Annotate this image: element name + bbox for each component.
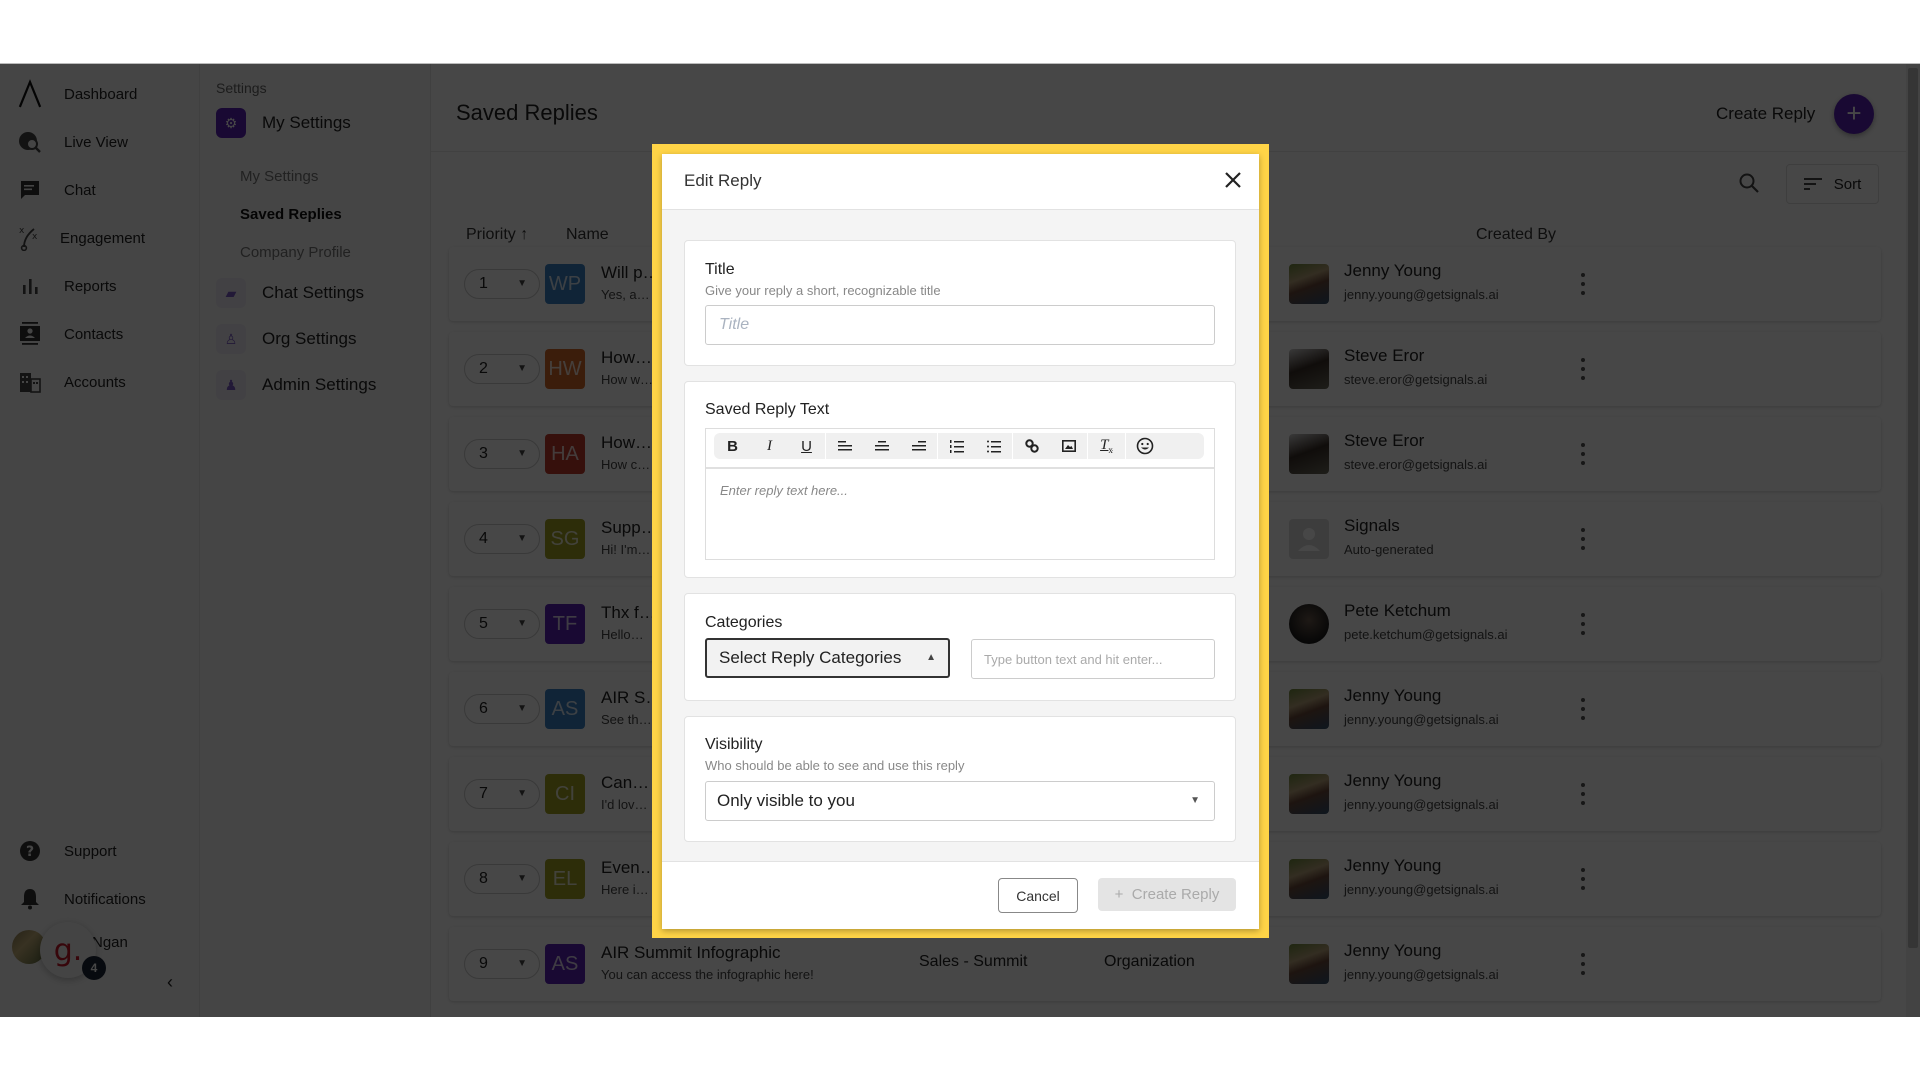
categories-select-label: Select Reply Categories [719,648,902,667]
bullet-list-button[interactable] [975,433,1012,459]
emoji-button[interactable] [1126,433,1163,459]
toolbar-group-lists [938,433,1013,459]
bullet-list-icon [986,440,1001,453]
categories-section: Categories Select Reply Categories ▲ [684,593,1236,701]
image-icon [1061,440,1076,452]
toolbar-group-emoji [1126,433,1163,459]
toolbar-group-insert [1013,433,1088,459]
rich-text-editor: B I U Tx Enter reply text here... [705,428,1215,560]
close-button[interactable] [1221,168,1245,192]
reply-text-editor-body[interactable]: Enter reply text here... [720,483,848,498]
dialog-header: Edit Reply [662,154,1259,210]
dialog-title: Edit Reply [684,171,762,190]
clear-format-icon: Tx [1100,437,1113,455]
reply-text-label: Saved Reply Text [705,401,830,418]
toolbar-divider [706,467,1214,469]
align-right-icon [911,441,926,451]
emoji-icon [1136,437,1153,455]
toolbar-group-align [826,433,938,459]
visibility-section: Visibility Who should be able to see and… [684,716,1236,842]
categories-label: Categories [705,614,783,631]
category-tag-input[interactable] [971,639,1215,679]
link-icon [1024,439,1039,453]
ordered-list-icon [949,440,964,453]
visibility-selected-value: Only visible to you [717,791,855,810]
title-help-text: Give your reply a short, recognizable ti… [705,283,941,298]
italic-icon: I [767,437,772,454]
align-left-icon [837,441,852,451]
bold-button[interactable]: B [714,433,751,459]
visibility-help-text: Who should be able to see and use this r… [705,758,965,773]
caret-up-icon: ▲ [926,652,936,663]
create-reply-label: Create Reply [1131,886,1220,903]
bottom-margin [0,1017,1920,1080]
categories-select[interactable]: Select Reply Categories ▲ [705,638,950,678]
align-right-button[interactable] [900,433,937,459]
align-left-button[interactable] [826,433,863,459]
reply-text-section: Saved Reply Text B I U Tx Enter reply te… [684,381,1236,578]
edit-reply-dialog: Edit Reply Title Give your reply a short… [662,154,1259,929]
cancel-button[interactable]: Cancel [998,878,1078,913]
dialog-footer: Cancel + Create Reply [662,861,1259,929]
title-label: Title [705,261,735,278]
toolbar-group-format: B I U [714,433,826,459]
underline-button[interactable]: U [788,433,825,459]
close-icon [1225,172,1241,188]
top-margin [0,0,1920,63]
image-button[interactable] [1050,433,1087,459]
link-button[interactable] [1013,433,1050,459]
visibility-select[interactable]: Only visible to you ▼ [705,781,1215,821]
align-center-button[interactable] [863,433,900,459]
underline-icon: U [801,437,812,455]
caret-down-icon: ▼ [1190,795,1200,806]
editor-toolbar: B I U Tx [714,433,1204,459]
clear-format-button[interactable]: Tx [1088,433,1125,459]
create-reply-submit-button[interactable]: + Create Reply [1098,878,1236,911]
bold-icon: B [727,437,738,455]
toolbar-group-clear: Tx [1088,433,1126,459]
app-window: Dashboard Live View Chat xx Engagement R… [0,63,1920,1017]
title-section: Title Give your reply a short, recogniza… [684,240,1236,366]
plus-icon: + [1114,886,1124,903]
align-center-icon [874,441,889,451]
italic-button[interactable]: I [751,433,788,459]
ordered-list-button[interactable] [938,433,975,459]
title-input[interactable] [705,305,1215,345]
visibility-label: Visibility [705,736,763,753]
